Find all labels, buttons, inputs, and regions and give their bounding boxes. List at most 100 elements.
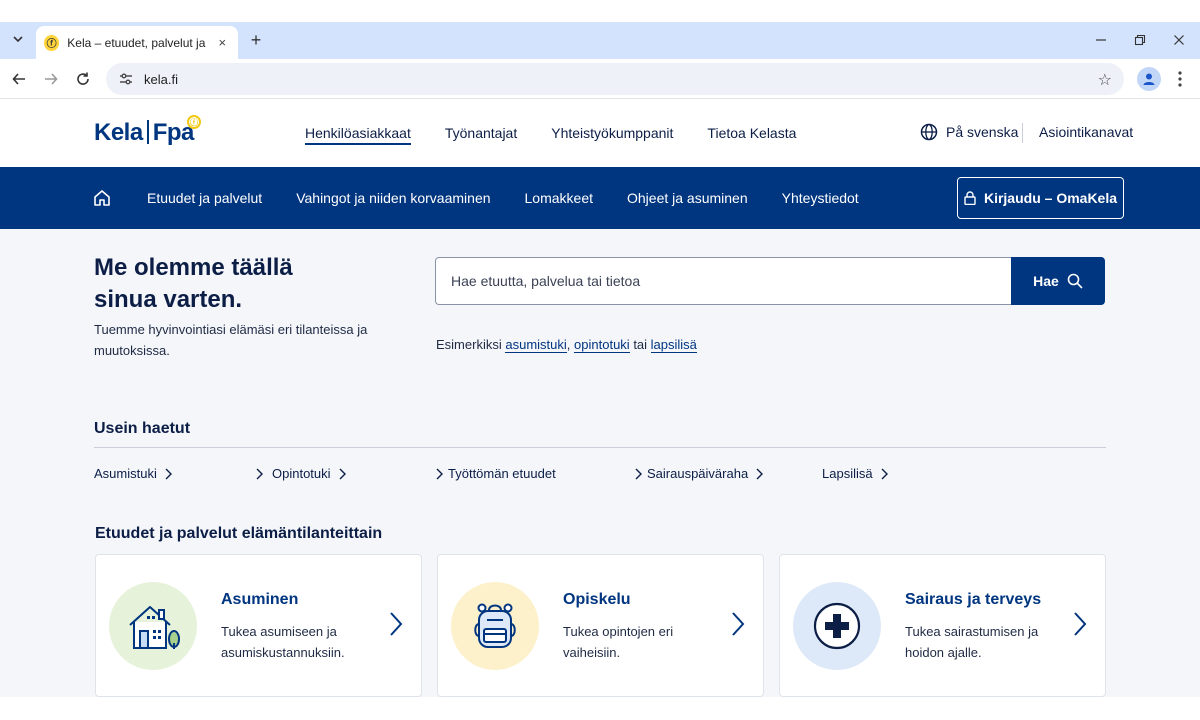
kela-logo[interactable]: Kela Fpa ⓕ	[94, 115, 201, 147]
frequent-link-opintotuki[interactable]: Opintotuki	[252, 466, 351, 481]
login-label: Kirjaudu – OmaKela	[983, 190, 1118, 206]
nav-lomakkeet[interactable]: Lomakkeet	[525, 190, 593, 206]
frequent-link-tyottoman-etuudet[interactable]: Työttömän etuudet	[428, 466, 556, 481]
reload-icon[interactable]	[72, 68, 94, 90]
chevron-right-icon	[756, 468, 764, 479]
main-nav-bar: Etuudet ja palvelut Vahingot ja niiden k…	[0, 167, 1200, 229]
frequent-link-label: Lapsilisä	[822, 466, 873, 481]
logo-mark-icon: ⓕ	[187, 115, 201, 129]
nav-henkiloasiakkaat[interactable]: Henkilöasiakkaat	[305, 99, 411, 167]
tab-title: Kela – etuudet, palvelut ja tuki a	[67, 35, 208, 50]
browser-window: ⓕ Kela – etuudet, palvelut ja tuki a × +	[0, 22, 1200, 697]
chevron-right-icon	[732, 612, 745, 636]
chevron-right-icon	[1074, 612, 1087, 636]
backpack-icon	[474, 603, 516, 648]
card-asuminen[interactable]: Asuminen Tukea asumiseen ja asumiskustan…	[95, 554, 422, 697]
frequent-link-label: Asumistuki	[94, 466, 157, 481]
example-opintotuki[interactable]: opintotuki	[574, 337, 630, 353]
search-placeholder: Hae etuutta, palvelua tai tietoa	[451, 273, 641, 289]
nav-etuudet-ja-palvelut[interactable]: Etuudet ja palvelut	[147, 190, 262, 206]
logo-kela-text: Kela	[94, 119, 143, 146]
examples-prefix: Esimerkiksi	[436, 337, 502, 352]
card-description: Tukea sairastumisen ja hoidon ajalle.	[905, 624, 1039, 660]
chevron-right-icon	[881, 468, 888, 479]
card-icon-circle	[793, 582, 881, 670]
header-divider	[1022, 123, 1023, 143]
chevron-right-icon	[635, 468, 642, 479]
home-icon[interactable]	[93, 189, 111, 207]
language-label: På svenska	[946, 124, 1019, 140]
more-menu-icon[interactable]	[1172, 67, 1188, 91]
card-title: Opiskelu	[563, 591, 631, 608]
chevron-right-icon	[390, 612, 403, 636]
globe-icon	[920, 123, 938, 141]
back-arrow-icon[interactable]	[8, 68, 30, 90]
window-close-icon[interactable]	[1169, 31, 1189, 49]
chevron-right-icon	[165, 468, 172, 479]
site-header: Kela Fpa ⓕ Henkilöasiakkaat Työnantajat …	[0, 99, 1200, 167]
search-button-label: Hae	[1033, 273, 1059, 289]
frequent-link-asumistuki[interactable]: Asumistuki	[94, 466, 177, 481]
card-icon-circle	[451, 582, 539, 670]
hero-title: Me olemme täällä sinua varten.	[94, 254, 293, 313]
new-tab-button[interactable]: +	[246, 30, 266, 50]
nav-ohjeet-ja-asuminen[interactable]: Ohjeet ja asuminen	[627, 190, 748, 206]
card-icon-circle	[109, 582, 197, 670]
card-description: Tukea asumiseen ja asumiskustannuksiin.	[221, 624, 345, 660]
kela-favicon-icon: ⓕ	[44, 34, 60, 51]
health-cross-icon	[813, 602, 861, 650]
search-icon	[1067, 273, 1083, 289]
language-switch[interactable]: På svenska	[920, 123, 1018, 141]
audience-nav: Henkilöasiakkaat Työnantajat Yhteistyöku…	[305, 99, 830, 167]
chevron-right-icon	[256, 468, 263, 479]
logo-divider	[146, 120, 149, 144]
hero-subtitle: Tuemme hyvinvointiasi elämäsi eri tilant…	[94, 322, 368, 358]
close-icon[interactable]: ×	[215, 35, 230, 51]
browser-toolbar: kela.fi ☆	[0, 59, 1200, 99]
asiointikanavat-link[interactable]: Asiointikanavat	[1039, 124, 1133, 140]
examples-comma: ,	[566, 337, 571, 352]
frequent-divider	[94, 447, 1106, 448]
lock-icon	[964, 191, 976, 205]
examples-separator: tai	[633, 337, 648, 352]
frequent-link-label: Sairauspäiväraha	[647, 466, 749, 481]
browser-tab[interactable]: ⓕ Kela – etuudet, palvelut ja tuki a ×	[36, 26, 238, 59]
restore-icon[interactable]	[1130, 31, 1150, 49]
nav-tyonantajat[interactable]: Työnantajat	[445, 99, 517, 167]
card-title: Sairaus ja terveys	[905, 591, 1042, 608]
frequent-link-label: Opintotuki	[272, 466, 331, 481]
login-button[interactable]: Kirjaudu – OmaKela	[957, 177, 1124, 219]
frequent-title: Usein haetut	[94, 420, 191, 437]
frequent-link-label: Työttömän etuudet	[448, 466, 556, 481]
card-description: Tukea opintojen eri vaiheisiin.	[563, 624, 674, 660]
nav-yhteystiedot[interactable]: Yhteystiedot	[782, 190, 859, 206]
site-info-icon[interactable]	[118, 71, 134, 87]
minimize-icon[interactable]	[1091, 31, 1111, 49]
tab-strip: ⓕ Kela – etuudet, palvelut ja tuki a × +	[0, 22, 1200, 59]
main-content: Me olemme täällä sinua varten. Tuemme hy…	[0, 229, 1200, 697]
url-text: kela.fi	[144, 71, 178, 87]
house-icon	[129, 606, 180, 649]
nav-yhteistyokumppanit[interactable]: Yhteistyökumppanit	[551, 99, 673, 167]
search-button[interactable]: Hae	[1011, 257, 1105, 305]
bookmark-star-icon[interactable]: ☆	[1098, 70, 1112, 90]
example-lapsilisa[interactable]: lapsilisä	[650, 337, 697, 353]
life-situations-title: Etuudet ja palvelut elämäntilanteittain	[95, 525, 383, 542]
address-bar[interactable]: kela.fi ☆	[106, 63, 1124, 95]
card-sairaus-ja-terveys[interactable]: Sairaus ja terveys Tukea sairastumisen j…	[779, 554, 1106, 697]
nav-vahingot[interactable]: Vahingot ja niiden korvaaminen	[296, 190, 490, 206]
main-nav: Etuudet ja palvelut Vahingot ja niiden k…	[147, 167, 893, 229]
nav-tietoa-kelasta[interactable]: Tietoa Kelasta	[707, 99, 796, 167]
example-asumistuki[interactable]: asumistuki	[505, 337, 567, 353]
card-opiskelu[interactable]: Opiskelu Tukea opintojen eri vaiheisiin.	[437, 554, 764, 697]
chevron-right-icon	[339, 468, 346, 479]
forward-arrow-icon[interactable]	[40, 68, 62, 90]
frequent-link-lapsilisa[interactable]: Lapsilisä	[822, 466, 893, 481]
profile-avatar-icon[interactable]	[1137, 67, 1161, 91]
search-input[interactable]: Hae etuutta, palvelua tai tietoa	[435, 257, 1012, 305]
card-title: Asuminen	[221, 591, 299, 608]
tab-search-chevron-icon[interactable]	[8, 29, 28, 49]
chevron-right-icon	[436, 468, 443, 479]
search-examples: Esimerkiksi asumistuki, opintotuki tai l…	[436, 337, 697, 353]
frequent-link-sairauspaivaraha[interactable]: Sairauspäiväraha	[627, 466, 768, 481]
